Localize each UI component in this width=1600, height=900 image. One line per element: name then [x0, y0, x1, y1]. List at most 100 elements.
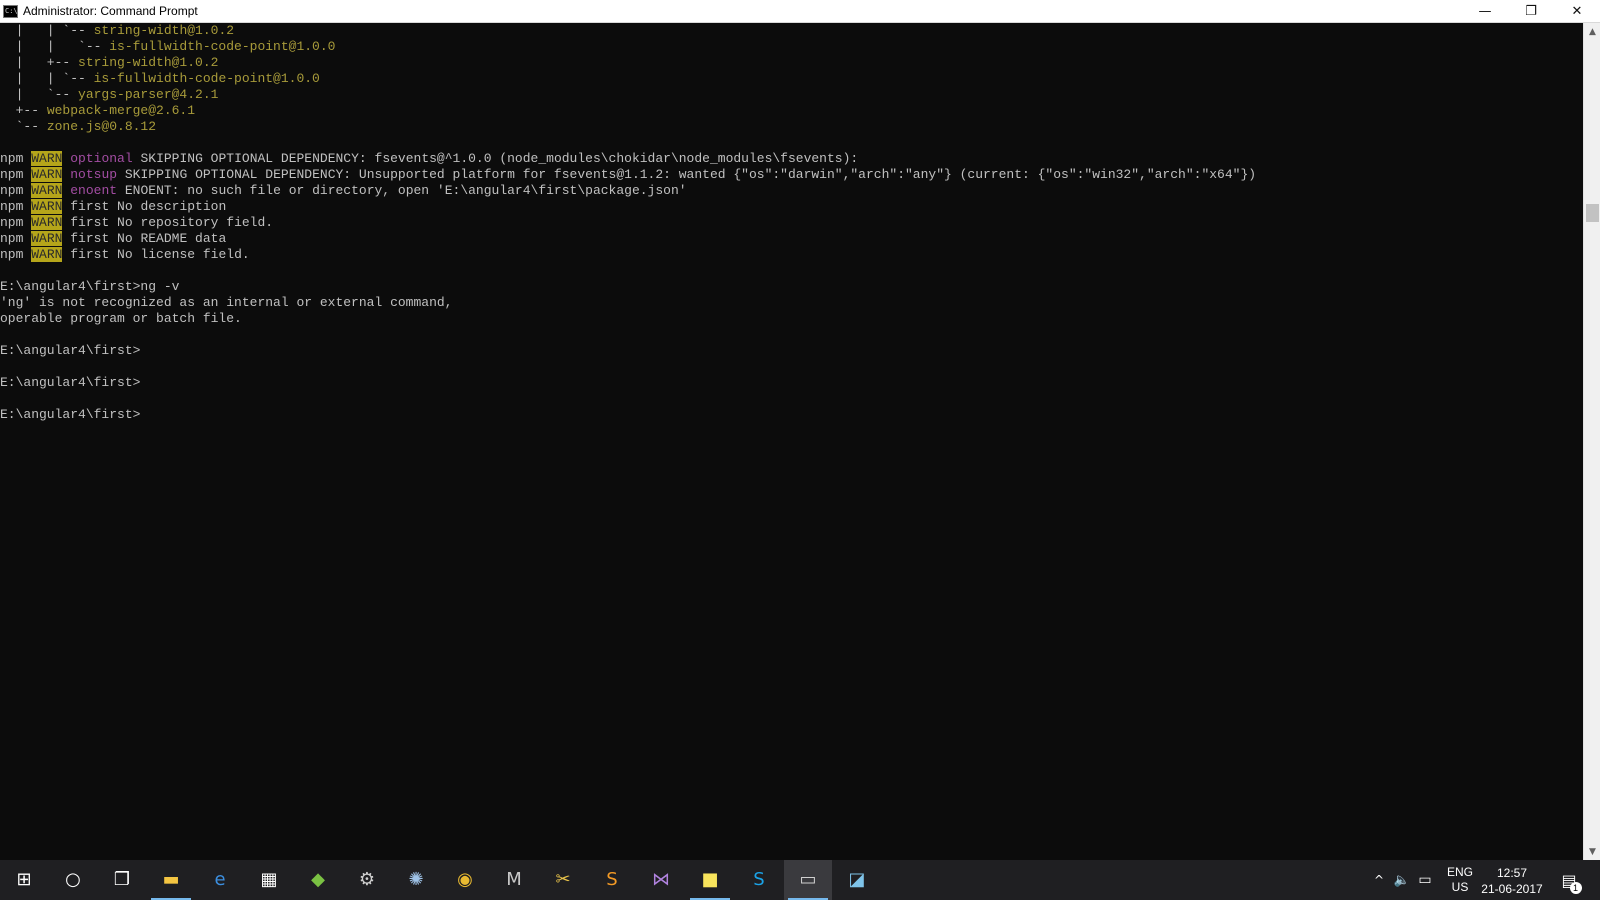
- error-message: operable program or batch file.: [0, 311, 242, 326]
- npm-warn-line: npm WARN notsup SKIPPING OPTIONAL DEPEND…: [0, 167, 1257, 182]
- command-line: E:\angular4\first>ng -v: [0, 279, 180, 294]
- close-button[interactable]: ✕: [1554, 0, 1600, 22]
- prompt-line: E:\angular4\first>: [0, 343, 141, 358]
- skype-button[interactable]: S: [735, 860, 783, 900]
- app-notepad-button[interactable]: ◪: [833, 860, 881, 900]
- command-prompt-icon[interactable]: C:\: [3, 5, 18, 18]
- package-name: is-fullwidth-code-point@1.0.0: [93, 71, 320, 86]
- scroll-up-arrow-icon[interactable]: ▲: [1584, 23, 1600, 40]
- package-name: yargs-parser@4.2.1: [78, 87, 219, 102]
- notification-count-badge: 1: [1569, 881, 1582, 894]
- sticky-note-icon: ■: [701, 869, 719, 890]
- notification-icon: ▤ 1: [1561, 871, 1582, 894]
- edge-button[interactable]: e: [196, 860, 244, 900]
- console-line: +-- webpack-merge@2.6.1: [0, 103, 196, 118]
- command-prompt-icon: ▭: [799, 869, 817, 890]
- clock-date: 21-06-2017: [1481, 882, 1543, 896]
- scroll-thumb[interactable]: [1586, 204, 1599, 222]
- window-title: Administrator: Command Prompt: [23, 4, 198, 18]
- npm-warn-line: npm WARN enoent ENOENT: no such file or …: [0, 183, 687, 198]
- warn-badge: WARN: [31, 183, 63, 198]
- package-name: is-fullwidth-code-point@1.0.0: [109, 39, 336, 54]
- npm-warn-line: npm WARN first No description: [0, 199, 227, 214]
- console-line: | | `-- is-fullwidth-code-point@1.0.0: [0, 39, 336, 54]
- npm-warn-line: npm WARN first No license field.: [0, 247, 250, 262]
- app-tools-button[interactable]: ✂: [539, 860, 587, 900]
- prompt-line: E:\angular4\first>: [0, 375, 141, 390]
- minimize-icon: —: [1478, 3, 1492, 19]
- folder-icon: ▬: [162, 869, 180, 890]
- chevron-up-icon: ^: [1373, 873, 1385, 887]
- window-title-bar[interactable]: C:\ Administrator: Command Prompt — ❐ ✕: [0, 0, 1600, 23]
- warn-badge: WARN: [31, 215, 63, 230]
- store-bag-icon: ▦: [260, 869, 278, 890]
- active-prompt-line[interactable]: E:\angular4\first>: [0, 407, 140, 423]
- visual-studio-icon: ⋈: [652, 869, 670, 890]
- warn-badge: WARN: [31, 231, 63, 246]
- warn-kind: enoent: [70, 183, 118, 198]
- warn-kind: notsup: [70, 167, 118, 182]
- restore-button[interactable]: ❐: [1508, 0, 1554, 22]
- chrome-button[interactable]: ◉: [441, 860, 489, 900]
- sublime-button[interactable]: S: [588, 860, 636, 900]
- console-output[interactable]: | | `-- string-width@1.0.2 | | `-- is-fu…: [0, 23, 1583, 860]
- volume-button[interactable]: 🔈: [1392, 860, 1412, 900]
- command-prompt-button[interactable]: ▭: [784, 860, 832, 900]
- package-name: webpack-merge@2.6.1: [46, 103, 196, 118]
- sublime-icon: S: [606, 869, 618, 890]
- start-button[interactable]: ⊞: [0, 860, 48, 900]
- cortana-circle-icon: ○: [65, 869, 81, 890]
- task-view-icon: ❐: [113, 869, 131, 890]
- task-view-button[interactable]: ❐: [98, 860, 146, 900]
- language-code: ENG: [1446, 865, 1473, 879]
- network-button[interactable]: ▭: [1414, 860, 1436, 900]
- chrome-icon: ◉: [457, 869, 473, 890]
- app-globe-button[interactable]: ✺: [392, 860, 440, 900]
- restore-icon: ❐: [1525, 3, 1537, 19]
- visual-studio-button[interactable]: ⋈: [637, 860, 685, 900]
- file-explorer-button[interactable]: ▬: [147, 860, 195, 900]
- action-center-button[interactable]: ▤ 1: [1555, 860, 1583, 900]
- m-icon: M: [506, 869, 522, 890]
- console-line: | | `-- string-width@1.0.2: [0, 23, 235, 38]
- show-hidden-icons-chevron[interactable]: ^: [1370, 860, 1388, 900]
- package-name: zone.js@0.8.12: [46, 119, 157, 134]
- taskbar: ◪ ▭ S ■ ⋈ S ✂ M ◉ ✺ ⚙ ◆ ▦ e ▬ ❐ ○ ⊞ ^ 🔈 ▭ ENG US 12:57 21…: [0, 860, 1600, 900]
- edge-icon: e: [214, 869, 226, 890]
- app-tool-button[interactable]: ⚙: [343, 860, 391, 900]
- warn-badge: WARN: [31, 167, 63, 182]
- clock-time: 12:57: [1496, 866, 1528, 880]
- warn-badge: WARN: [31, 199, 63, 214]
- npm-warn-line: npm WARN first No README data: [0, 231, 227, 246]
- skype-icon: S: [753, 869, 765, 890]
- minimize-button[interactable]: —: [1462, 0, 1508, 22]
- input-language-indicator[interactable]: ENG US: [1445, 865, 1475, 895]
- speaker-icon: 🔈: [1393, 872, 1411, 888]
- search-button[interactable]: ○: [49, 860, 97, 900]
- tool-icon: ⚙: [358, 869, 376, 890]
- error-message: 'ng' is not recognized as an internal or…: [0, 295, 453, 310]
- tools-icon: ✂: [555, 869, 571, 890]
- system-clock[interactable]: 12:57 21-06-2017: [1478, 865, 1546, 897]
- globe-icon: ✺: [408, 869, 424, 890]
- app-green-button[interactable]: ◆: [294, 860, 342, 900]
- notepad-icon: ◪: [848, 869, 866, 890]
- warn-badge: WARN: [31, 247, 63, 262]
- warn-kind: optional: [70, 151, 133, 166]
- network-icon: ▭: [1418, 872, 1432, 888]
- scroll-down-arrow-icon[interactable]: ▼: [1584, 843, 1600, 860]
- console-line: | | `-- is-fullwidth-code-point@1.0.0: [0, 71, 320, 86]
- app-m-button[interactable]: M: [490, 860, 538, 900]
- console-line: | +-- string-width@1.0.2: [0, 55, 219, 70]
- package-name: string-width@1.0.2: [93, 23, 235, 38]
- console-line: `-- zone.js@0.8.12: [0, 119, 157, 134]
- windows-logo-icon: ⊞: [16, 869, 32, 890]
- console-line: | `-- yargs-parser@4.2.1: [0, 87, 219, 102]
- keyboard-layout: US: [1451, 880, 1469, 894]
- sticky-notes-button[interactable]: ■: [686, 860, 734, 900]
- store-button[interactable]: ▦: [245, 860, 293, 900]
- green-diamond-icon: ◆: [311, 869, 325, 890]
- vertical-scrollbar[interactable]: ▲ ▼: [1583, 23, 1600, 860]
- close-icon: ✕: [1571, 3, 1583, 19]
- npm-warn-line: npm WARN first No repository field.: [0, 215, 274, 230]
